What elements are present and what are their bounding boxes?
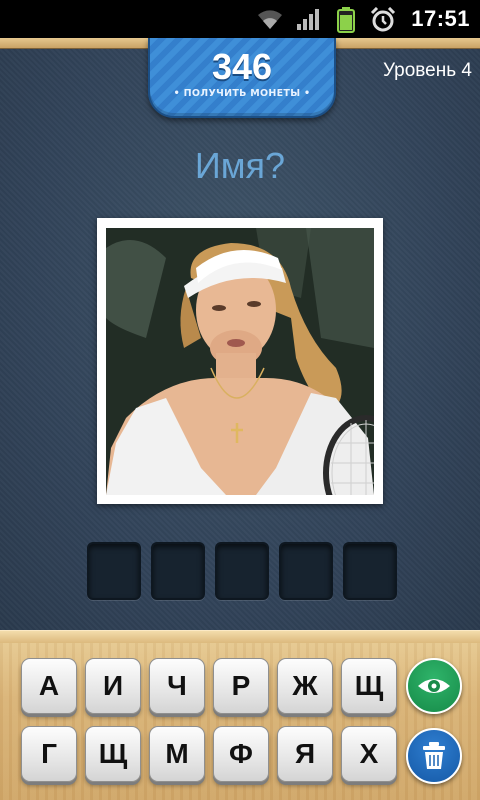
letter-key[interactable]: Ч <box>149 658 205 714</box>
answer-slot[interactable] <box>343 542 397 600</box>
letter-key[interactable]: И <box>85 658 141 714</box>
puzzle-photo <box>106 228 374 495</box>
answer-slot[interactable] <box>279 542 333 600</box>
answer-slot[interactable] <box>151 542 205 600</box>
signal-icon <box>297 9 319 30</box>
battery-icon <box>337 7 355 33</box>
get-coins-button[interactable]: 346 • ПОЛУЧИТЬ МОНЕТЫ • <box>148 38 336 118</box>
question-title: Имя? <box>194 145 286 186</box>
answer-slot[interactable] <box>87 542 141 600</box>
status-bar: 17:51 <box>0 0 480 38</box>
trash-icon <box>423 742 445 769</box>
get-coins-label: • ПОЛУЧИТЬ МОНЕТЫ • <box>173 88 311 99</box>
remove-letters-button[interactable] <box>406 728 462 784</box>
letter-key[interactable]: Я <box>277 726 333 782</box>
player-portrait <box>106 228 374 495</box>
letter-key[interactable]: Х <box>341 726 397 782</box>
puzzle-photo-frame <box>97 218 383 504</box>
clock: 17:51 <box>411 6 470 31</box>
letter-key[interactable]: Ж <box>277 658 333 714</box>
reveal-letter-button[interactable] <box>406 658 462 714</box>
wifi-icon <box>258 10 282 29</box>
letter-key[interactable]: Р <box>213 658 269 714</box>
level-indicator: Уровень 4 <box>382 60 472 81</box>
answer-slot[interactable] <box>215 542 269 600</box>
letter-key[interactable]: А <box>21 658 77 714</box>
letter-key[interactable]: Щ <box>85 726 141 782</box>
eye-icon <box>418 679 450 693</box>
letter-key[interactable]: Ф <box>213 726 269 782</box>
coin-count: 346 <box>211 46 273 87</box>
keyboard-edge <box>0 630 480 643</box>
letter-key[interactable]: Щ <box>341 658 397 714</box>
alarm-icon <box>370 7 396 32</box>
letter-key[interactable]: М <box>149 726 205 782</box>
letter-key[interactable]: Г <box>21 726 77 782</box>
